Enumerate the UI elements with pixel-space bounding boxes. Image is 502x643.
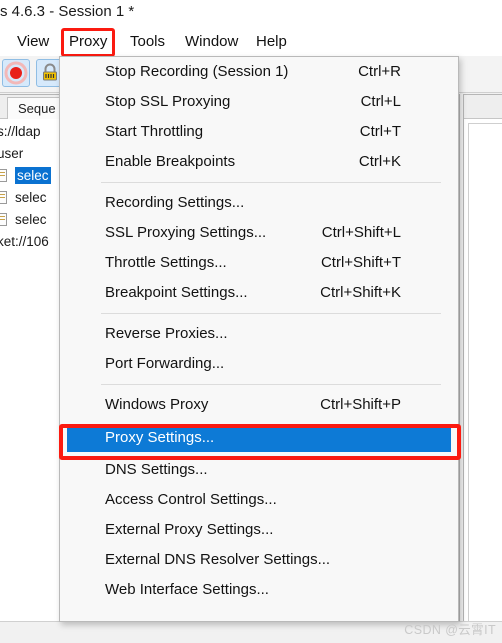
menu-item-label: Web Interface Settings... [105, 581, 269, 598]
menu-separator [101, 313, 441, 314]
menu-item-ssl-proxying-settings[interactable]: SSL Proxying Settings... Ctrl+Shift+L [60, 218, 458, 248]
menu-item-label: Access Control Settings... [105, 491, 277, 508]
menu-item-highlight-wrapper: Proxy Settings... [59, 424, 461, 460]
menu-item-label: Start Throttling [105, 123, 204, 140]
menu-item-shortcut: Ctrl+Shift+L [321, 224, 401, 241]
menubar-item-view[interactable]: View [10, 27, 56, 56]
menu-item-recording-settings[interactable]: Recording Settings... [60, 188, 458, 218]
menu-item-shortcut: Ctrl+L [360, 93, 401, 110]
proxy-dropdown-menu[interactable]: Stop Recording (Session 1) Ctrl+R Stop SSL… [59, 56, 461, 622]
menu-item-label: Recording Settings... [105, 194, 245, 211]
tree-row-label: selec [15, 212, 47, 227]
menu-separator [101, 384, 441, 385]
menu-item-label: External Proxy Settings... [105, 521, 274, 538]
menu-item-stop-recording-session-1[interactable]: Stop Recording (Session 1) Ctrl+R [60, 57, 458, 87]
menu-item-stop-ssl-proxying[interactable]: Stop SSL Proxying Ctrl+L [60, 87, 458, 117]
menubar-item-tools[interactable]: Tools [123, 27, 172, 56]
menu-item-proxy-settings[interactable]: Proxy Settings... [60, 424, 458, 452]
menu-item-access-control-settings[interactable]: Access Control Settings... [60, 485, 458, 515]
tree-row-label: selec [15, 167, 51, 184]
menu-item-shortcut: Ctrl+Shift+K [320, 284, 401, 301]
menubar-item-window[interactable]: Window [178, 27, 245, 56]
menu-item-breakpoint-settings[interactable]: Breakpoint Settings... Ctrl+Shift+K [60, 278, 458, 308]
menu-item-throttle-settings[interactable]: Throttle Settings... Ctrl+Shift+T [60, 248, 458, 278]
menu-item-label: Stop Recording (Session 1) [105, 63, 289, 80]
detail-pane-content [468, 123, 502, 633]
menu-item-dns-settings[interactable]: DNS Settings... [60, 455, 458, 485]
record-button[interactable] [2, 59, 30, 87]
menu-item-label: External DNS Resolver Settings... [105, 551, 331, 568]
request-file-icon [0, 169, 10, 183]
menubar-item-help[interactable]: Help [249, 27, 294, 56]
menu-item-windows-proxy[interactable]: Windows Proxy Ctrl+Shift+P [60, 390, 458, 420]
menubar-item-proxy[interactable]: Proxy [61, 28, 116, 57]
detail-pane-header [464, 95, 502, 119]
menu-item-shortcut: Ctrl+R [358, 63, 401, 80]
record-icon [4, 61, 28, 85]
menu-item-reverse-proxies[interactable]: Reverse Proxies... [60, 319, 458, 349]
title-bar: s 4.6.3 - Session 1 * [0, 0, 502, 25]
menu-item-label: Stop SSL Proxying [105, 93, 231, 110]
charles-proxy-window: s 4.6.3 - Session 1 * View Proxy Tools Wind… [0, 0, 502, 643]
menu-item-external-dns-resolver-settings[interactable]: External DNS Resolver Settings... [60, 545, 458, 575]
menu-item-label: Port Forwarding... [105, 355, 225, 372]
menu-item-label: Throttle Settings... [105, 254, 227, 271]
menu-item-label: SSL Proxying Settings... [105, 224, 267, 241]
tab-sequence[interactable]: Seque [7, 97, 67, 119]
menu-item-label: Windows Proxy [105, 396, 209, 413]
menu-item-shortcut: Ctrl+Shift+T [320, 254, 401, 271]
menu-item-enable-breakpoints[interactable]: Enable Breakpoints Ctrl+K [60, 147, 458, 177]
menu-item-label: Proxy Settings... [105, 429, 215, 446]
menu-item-external-proxy-settings[interactable]: External Proxy Settings... [60, 515, 458, 545]
window-title: s 4.6.3 - Session 1 * [0, 3, 135, 20]
menu-item-label: Breakpoint Settings... [105, 284, 248, 301]
tree-row-label: ket://106 [0, 234, 49, 249]
menu-item-label: DNS Settings... [105, 461, 208, 478]
menu-item-shortcut: Ctrl+Shift+P [320, 396, 401, 413]
menu-item-start-throttling[interactable]: Start Throttling Ctrl+T [60, 117, 458, 147]
menu-item-label: Enable Breakpoints [105, 153, 236, 170]
request-file-icon [0, 191, 10, 205]
tree-row-label: s://ldap [0, 124, 41, 139]
tree-row-label: user [0, 146, 24, 161]
menu-separator [101, 182, 441, 183]
request-file-icon [0, 213, 10, 227]
tree-row-label: selec [15, 190, 47, 205]
menu-item-shortcut: Ctrl+K [358, 153, 401, 170]
menu-item-web-interface-settings[interactable]: Web Interface Settings... [60, 575, 458, 605]
detail-pane [463, 94, 502, 639]
menu-item-label: Reverse Proxies... [105, 325, 228, 342]
menu-item-shortcut: Ctrl+T [359, 123, 401, 140]
menu-bar: View Proxy Tools Window Help [0, 27, 502, 57]
menu-item-port-forwarding[interactable]: Port Forwarding... [60, 349, 458, 379]
watermark: CSDN @云霄IT [404, 623, 496, 637]
